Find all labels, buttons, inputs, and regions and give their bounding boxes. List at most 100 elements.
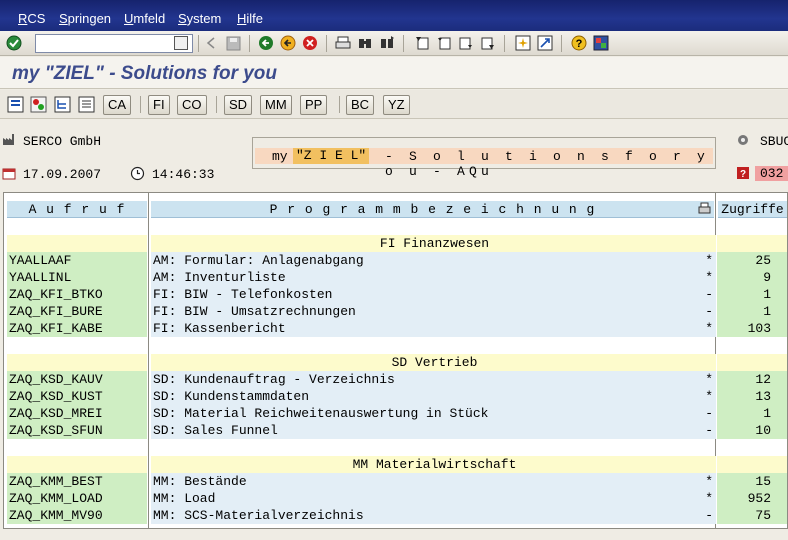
description-text: FI: BIW - Umsatzrechnungen <box>153 304 356 319</box>
find-icon[interactable] <box>356 34 374 52</box>
button-yz[interactable]: YZ <box>383 95 410 115</box>
print-icon[interactable] <box>334 34 352 52</box>
layout-menu-icon[interactable] <box>592 34 610 52</box>
command-history-icon[interactable] <box>174 36 188 50</box>
header-programmbezeichnung[interactable]: P r o g r a m m b e z e i c h n u n g <box>151 201 714 218</box>
description-text: SD: Kundenauftrag - Verzeichnis <box>153 372 395 387</box>
status-flag: * <box>705 253 713 268</box>
program-description[interactable]: FI: BIW - Umsatzrechnungen - <box>151 303 716 320</box>
program-description[interactable]: SD: Kundenauftrag - Verzeichnis * <box>151 371 716 388</box>
svg-text:?: ? <box>740 169 746 180</box>
exit-icon[interactable] <box>279 34 297 52</box>
traffic-light-icon[interactable] <box>30 96 47 113</box>
report-icon[interactable] <box>7 96 24 113</box>
program-description[interactable]: FI: Kassenbericht * <box>151 320 716 337</box>
program-description[interactable]: MM: SCS-Materialverzeichnis - <box>151 507 716 524</box>
button-pp[interactable]: PP <box>300 95 328 115</box>
client-number: 032 <box>755 166 788 181</box>
program-description[interactable]: AM: Inventurliste * <box>151 269 716 286</box>
program-description[interactable]: AM: Formular: Anlagenabgang * <box>151 252 716 269</box>
banner-text: - S o l u t i o n s f o r y o u - AQu <box>385 149 710 179</box>
status-flag: * <box>705 372 713 387</box>
back-icon[interactable] <box>257 34 275 52</box>
menu-springen[interactable]: Springen <box>59 11 111 26</box>
solutions-banner: my "Z I E L" - S o l u t i o n s f o r y… <box>252 137 716 179</box>
find-next-icon[interactable] <box>378 34 396 52</box>
enter-check-icon[interactable] <box>5 34 23 52</box>
transaction-code[interactable]: ZAQ_KMM_BEST <box>7 473 147 490</box>
description-text: MM: Load <box>153 491 216 506</box>
menu-system[interactable]: System <box>178 11 221 26</box>
section-title-spacer <box>7 235 147 252</box>
section-title-spacer <box>7 354 147 371</box>
section-count-spacer <box>717 235 787 252</box>
button-mm[interactable]: MM <box>260 95 292 115</box>
menu-bar: RCS Springen Umfeld System Hilfe <box>0 0 788 31</box>
access-count: 1 <box>717 303 787 320</box>
client-icon: ? <box>736 166 750 183</box>
next-page-icon[interactable] <box>457 34 475 52</box>
status-flag: - <box>705 423 713 438</box>
tree-structure-icon[interactable] <box>54 96 71 113</box>
create-session-icon[interactable] <box>514 34 532 52</box>
header-aufruf[interactable]: A u f r u f <box>7 201 147 218</box>
status-flag: - <box>705 406 713 421</box>
transaction-code[interactable]: ZAQ_KFI_KABE <box>7 320 147 337</box>
first-page-icon[interactable] <box>413 34 431 52</box>
status-flag: * <box>705 474 713 489</box>
program-description[interactable]: SD: Material Reichweitenauswertung in St… <box>151 405 716 422</box>
section-title: SD Vertrieb <box>151 354 716 371</box>
description-text: AM: Inventurliste <box>153 270 286 285</box>
transaction-code[interactable]: YAALLAAF <box>7 252 147 269</box>
transaction-code[interactable]: ZAQ_KSD_MREI <box>7 405 147 422</box>
button-sd[interactable]: SD <box>224 95 253 115</box>
company-name: SERCO GmbH <box>23 134 102 149</box>
description-text: FI: Kassenbericht <box>153 321 286 336</box>
program-description[interactable]: MM: Load * <box>151 490 716 507</box>
back-arrow-icon[interactable] <box>202 34 220 52</box>
transaction-code[interactable]: ZAQ_KFI_BURE <box>7 303 147 320</box>
access-count: 952 <box>717 490 787 507</box>
description-text: SD: Kundenstammdaten <box>153 389 310 404</box>
menu-hilfe[interactable]: Hilfe <box>237 11 263 26</box>
transaction-code[interactable]: ZAQ_KSD_KAUV <box>7 371 147 388</box>
header-zugriffe[interactable]: Zugriffe <box>718 201 787 218</box>
print-small-icon[interactable] <box>698 202 711 220</box>
button-fi[interactable]: FI <box>148 95 170 115</box>
save-icon[interactable] <box>224 34 242 52</box>
screen-title-bar: my "ZIEL" - Solutions for you <box>0 57 788 89</box>
transaction-code[interactable]: ZAQ_KSD_SFUN <box>7 422 147 439</box>
section-title: FI Finanzwesen <box>151 235 716 252</box>
status-flag: - <box>705 287 713 302</box>
document-list-icon[interactable] <box>78 96 95 113</box>
help-icon[interactable]: ? <box>570 34 588 52</box>
previous-page-icon[interactable] <box>435 34 453 52</box>
transaction-code[interactable]: ZAQ_KSD_KUST <box>7 388 147 405</box>
current-date: 17.09.2007 <box>23 167 102 182</box>
button-ca[interactable]: CA <box>103 95 132 115</box>
program-description[interactable]: MM: Bestände * <box>151 473 716 490</box>
description-text: FI: BIW - Telefonkosten <box>153 287 333 302</box>
menu-rcs[interactable]: RCS <box>18 11 45 26</box>
last-page-icon[interactable] <box>479 34 497 52</box>
access-count: 1 <box>717 405 787 422</box>
program-description[interactable]: FI: BIW - Telefonkosten - <box>151 286 716 303</box>
access-count: 103 <box>717 320 787 337</box>
program-description[interactable]: SD: Sales Funnel - <box>151 422 716 439</box>
access-count: 25 <box>717 252 787 269</box>
menu-umfeld[interactable]: Umfeld <box>124 11 165 26</box>
program-description[interactable]: SD: Kundenstammdaten * <box>151 388 716 405</box>
transaction-code[interactable]: ZAQ_KMM_MV90 <box>7 507 147 524</box>
shortcut-icon[interactable] <box>536 34 554 52</box>
transaction-code[interactable]: YAALLINL <box>7 269 147 286</box>
command-field[interactable] <box>35 34 193 53</box>
transaction-code[interactable]: ZAQ_KFI_BTKO <box>7 286 147 303</box>
button-co[interactable]: CO <box>177 95 207 115</box>
page-title: my "ZIEL" - Solutions for you <box>12 63 278 84</box>
status-flag: - <box>705 508 713 523</box>
section-title: MM Materialwirtschaft <box>151 456 716 473</box>
button-bc[interactable]: BC <box>346 95 375 115</box>
transaction-code[interactable]: ZAQ_KMM_LOAD <box>7 490 147 507</box>
banner-prefix: my <box>272 149 288 164</box>
cancel-icon[interactable] <box>301 34 319 52</box>
